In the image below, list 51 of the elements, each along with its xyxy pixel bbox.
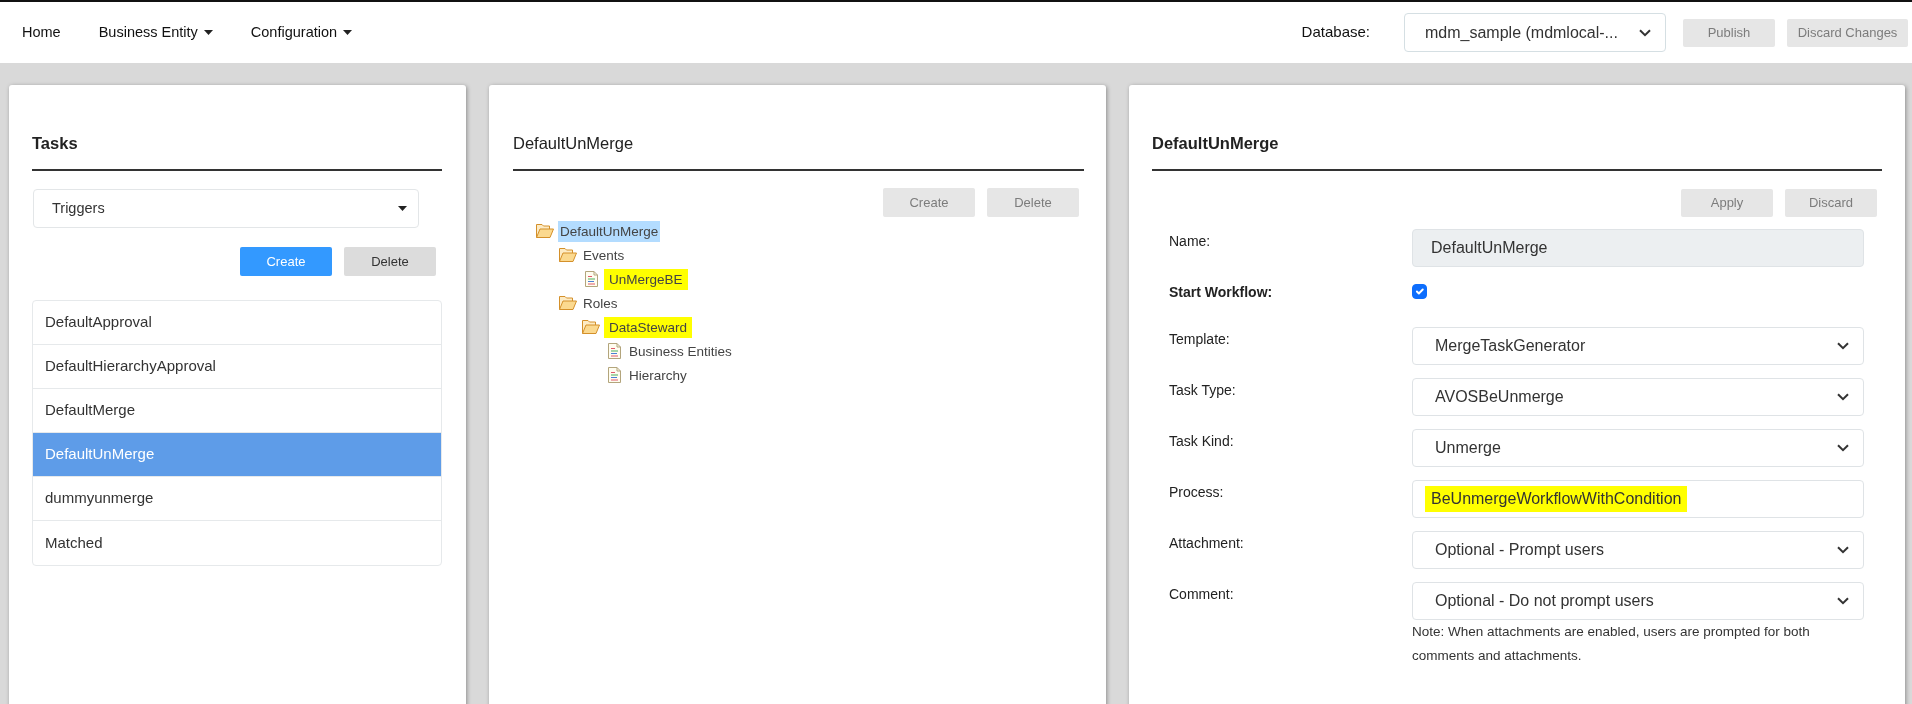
folder-open-icon bbox=[536, 224, 554, 238]
database-select[interactable]: mdm_sample (mdmlocal-... bbox=[1404, 13, 1666, 52]
note-text: Note: When attachments are enabled, users are prompted for both comments and attachments. bbox=[1412, 623, 1811, 665]
delete-button[interactable]: Delete bbox=[344, 247, 436, 276]
dropdown-field[interactable]: Optional - Prompt users bbox=[1412, 531, 1864, 569]
menu-dropdown[interactable]: Configuration bbox=[250, 21, 353, 44]
tree-node[interactable]: DefaultUnMerge bbox=[558, 220, 661, 242]
field-label: Task Kind: bbox=[1169, 432, 1234, 451]
dropdown-field[interactable]: Optional - Do not prompt users bbox=[1412, 582, 1864, 620]
panel-title: Tasks bbox=[32, 134, 78, 152]
field-label: Task Type: bbox=[1169, 381, 1236, 400]
text-field[interactable]: BeUnmergeWorkflowWithCondition bbox=[1412, 480, 1864, 518]
document-icon bbox=[607, 343, 621, 359]
chevron-down-icon bbox=[1639, 28, 1651, 37]
field-label: Template: bbox=[1169, 330, 1230, 349]
nav-link[interactable]: Home bbox=[22, 21, 61, 44]
document-icon bbox=[607, 367, 621, 383]
database-label: Database: bbox=[1301, 22, 1370, 43]
chevron-down-icon bbox=[1837, 546, 1849, 554]
tree-node[interactable]: UnMergeBE bbox=[604, 268, 688, 290]
menu-dropdown[interactable]: Business Entity bbox=[98, 21, 213, 44]
folder-open-icon bbox=[559, 296, 577, 310]
dropdown-field[interactable]: AVOSBeUnmerge bbox=[1412, 378, 1864, 416]
field-label: Name: bbox=[1169, 232, 1211, 251]
field-label: Attachment: bbox=[1169, 534, 1244, 553]
folder-open-icon bbox=[582, 320, 600, 334]
caret-down-icon bbox=[398, 206, 407, 211]
panel-title: DefaultUnMerge bbox=[513, 134, 634, 152]
folder-open-icon bbox=[559, 248, 577, 262]
chevron-down-icon bbox=[1837, 393, 1849, 401]
tree-node[interactable]: Events bbox=[581, 244, 627, 266]
field-label: Start Workflow: bbox=[1169, 283, 1273, 302]
task-list-item[interactable]: DefaultApproval bbox=[33, 301, 441, 345]
chevron-down-icon bbox=[1837, 597, 1849, 605]
task-list-item[interactable]: dummyunmerge bbox=[33, 477, 441, 521]
chevron-down-icon bbox=[1837, 444, 1849, 452]
dropdown-field[interactable]: MergeTaskGenerator bbox=[1412, 327, 1864, 365]
document-icon bbox=[584, 271, 598, 287]
field-label: Process: bbox=[1169, 483, 1224, 502]
tree-node[interactable]: DataSteward bbox=[604, 316, 693, 338]
tree-node[interactable]: Roles bbox=[581, 292, 620, 314]
chevron-down-icon bbox=[1837, 342, 1849, 350]
checkbox[interactable] bbox=[1412, 284, 1427, 299]
task-list-item[interactable]: DefaultHierarchyApproval bbox=[33, 345, 441, 389]
task-type-dropdown[interactable]: Triggers bbox=[33, 189, 419, 228]
panel-title: DefaultUnMerge bbox=[1152, 134, 1279, 152]
dropdown-field[interactable]: Unmerge bbox=[1412, 429, 1864, 467]
task-list-item[interactable]: Matched bbox=[33, 521, 441, 565]
tree-node[interactable]: Hierarchy bbox=[627, 364, 689, 386]
tree-node[interactable]: Business Entities bbox=[627, 340, 734, 362]
field-label: Comment: bbox=[1169, 585, 1234, 604]
